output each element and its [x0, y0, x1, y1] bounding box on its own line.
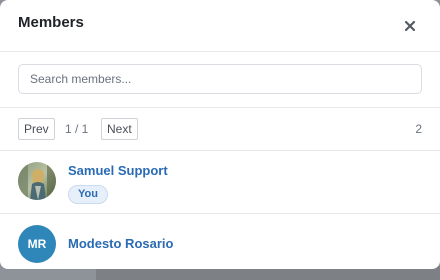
prev-page-button[interactable]: Prev	[18, 118, 55, 140]
close-icon[interactable]	[402, 18, 418, 34]
avatar	[18, 162, 56, 200]
dialog-header: Members	[0, 0, 440, 52]
members-dialog: Members Prev 1 / 1 Next 2	[0, 0, 440, 269]
next-page-button[interactable]: Next	[101, 118, 138, 140]
member-list: Samuel Support You MR Modesto Rosario	[0, 151, 440, 269]
dialog-title: Members	[18, 14, 84, 31]
member-row: MR Modesto Rosario	[0, 214, 440, 269]
page-indicator: 1 / 1	[65, 122, 89, 136]
member-name-link[interactable]: Samuel Support	[68, 163, 168, 178]
total-members-count: 2	[415, 122, 422, 136]
member-row: Samuel Support You	[0, 151, 440, 214]
pagination-bar: Prev 1 / 1 Next 2	[0, 108, 440, 151]
search-section	[0, 52, 440, 108]
member-name-link[interactable]: Modesto Rosario	[68, 236, 173, 251]
you-badge: You	[68, 185, 108, 204]
avatar: MR	[18, 225, 56, 263]
search-members-input[interactable]	[18, 64, 422, 94]
